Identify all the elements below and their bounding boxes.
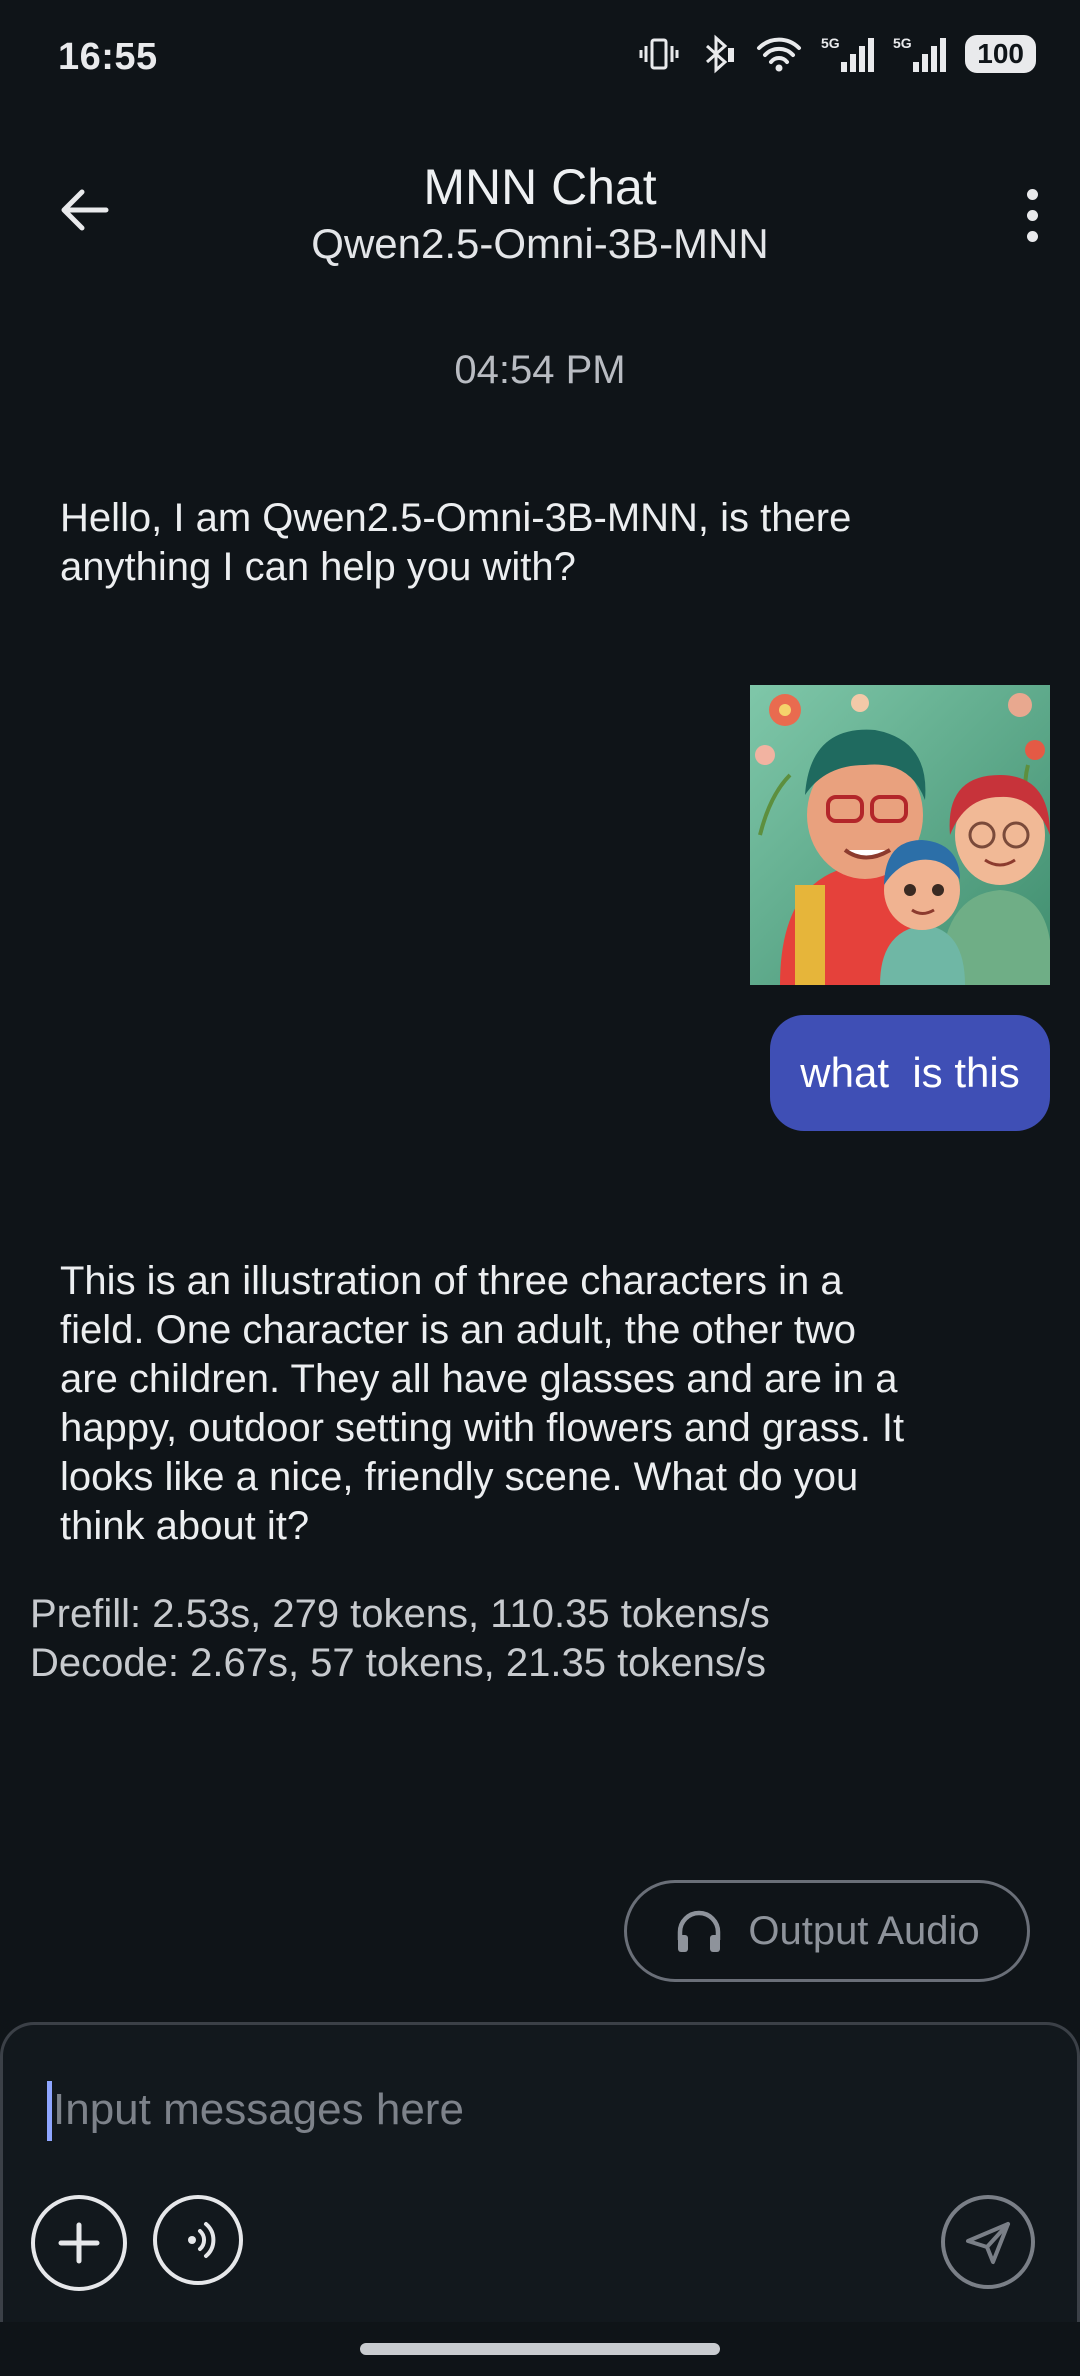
more-vertical-icon	[1026, 188, 1038, 200]
output-audio-button[interactable]: Output Audio	[624, 1880, 1030, 1982]
decode-stats: Decode: 2.67s, 57 tokens, 21.35 tokens/s	[30, 1641, 767, 1685]
signal-icon: 5G	[821, 34, 875, 74]
generation-stats: Prefill: 2.53s, 279 tokens, 110.35 token…	[30, 1590, 770, 1688]
send-button[interactable]	[941, 2195, 1035, 2289]
battery-level: 100	[977, 38, 1024, 69]
message-timestamp: 04:54 PM	[454, 348, 626, 392]
add-attachment-button[interactable]	[31, 2195, 127, 2291]
navigation-handle[interactable]	[360, 2343, 720, 2355]
more-options-button[interactable]	[1002, 180, 1062, 250]
prefill-stats: Prefill: 2.53s, 279 tokens, 110.35 token…	[30, 1592, 770, 1636]
vibrate-icon	[639, 34, 679, 74]
model-subtitle: Qwen2.5-Omni-3B-MNN	[311, 220, 769, 267]
send-icon	[966, 2222, 1010, 2264]
bluetooth-icon	[697, 34, 737, 74]
output-audio-label: Output Audio	[748, 1908, 980, 1953]
family-illustration-image	[750, 685, 1050, 985]
user-image-attachment[interactable]	[750, 685, 1050, 985]
battery-icon: 100	[965, 35, 1036, 73]
user-message-bubble: what is this	[770, 1015, 1050, 1131]
network-label: 5G	[821, 35, 840, 51]
headphones-icon	[678, 1910, 721, 1952]
wifi-icon	[755, 34, 803, 74]
voice-wave-icon	[188, 2222, 216, 2258]
status-icons: 5G 5G 100	[639, 34, 1036, 74]
voice-input-button[interactable]	[153, 2195, 243, 2285]
bot-message: Hello, I am Qwen2.5-Omni-3B-MNN, is ther…	[60, 496, 852, 589]
status-time: 16:55	[58, 36, 158, 78]
page-title: MNN Chat	[423, 159, 657, 215]
plus-icon	[58, 2222, 100, 2264]
bot-message: This is an illustration of three charact…	[60, 1259, 905, 1548]
message-input[interactable]	[45, 2075, 953, 2145]
message-composer	[0, 2022, 1080, 2322]
signal-icon: 5G	[893, 34, 947, 74]
text-caret	[47, 2081, 52, 2141]
network-label: 5G	[893, 35, 912, 51]
